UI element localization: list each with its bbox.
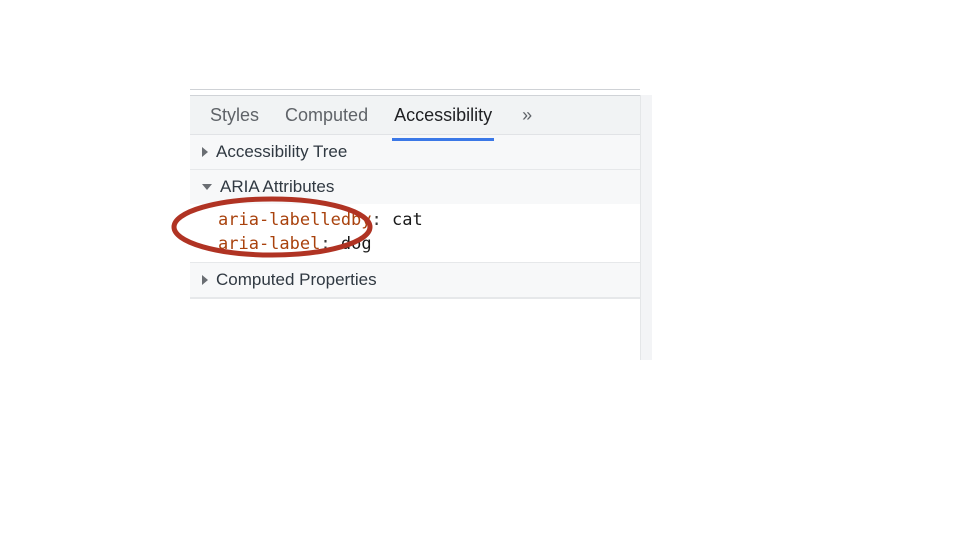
section-title: Computed Properties — [216, 270, 377, 290]
aria-attr-value: dog — [341, 234, 372, 254]
tabs-overflow-button[interactable]: » — [522, 105, 534, 126]
aria-attributes-list: aria-labelledby: cat aria-label: dog — [190, 204, 640, 262]
section-title: ARIA Attributes — [220, 177, 334, 197]
disclosure-closed-icon — [202, 147, 208, 157]
scrollbar[interactable] — [640, 95, 652, 360]
section-header-aria-attributes[interactable]: ARIA Attributes — [190, 170, 640, 204]
section-header-computed-properties[interactable]: Computed Properties — [190, 263, 640, 297]
tabbar: Styles Computed Accessibility » — [190, 95, 640, 135]
aria-attr-key: aria-label — [218, 234, 320, 254]
devtools-side-panel: Styles Computed Accessibility » Accessib… — [190, 95, 640, 360]
section-computed-properties: Computed Properties — [190, 263, 640, 298]
section-title: Accessibility Tree — [216, 142, 347, 162]
tab-accessibility[interactable]: Accessibility — [394, 99, 492, 132]
section-aria-attributes: ARIA Attributes aria-labelledby: cat ari… — [190, 170, 640, 263]
aria-attribute-row: aria-label: dog — [218, 232, 640, 256]
aria-attribute-row: aria-labelledby: cat — [218, 208, 640, 232]
aria-attr-key: aria-labelledby — [218, 210, 372, 230]
colon: : — [320, 234, 340, 254]
divider — [190, 89, 640, 90]
disclosure-closed-icon — [202, 275, 208, 285]
disclosure-open-icon — [202, 184, 212, 190]
empty-pane — [190, 298, 640, 360]
colon: : — [372, 210, 392, 230]
tab-styles[interactable]: Styles — [210, 99, 259, 132]
tab-computed[interactable]: Computed — [285, 99, 368, 132]
aria-attr-value: cat — [392, 210, 423, 230]
